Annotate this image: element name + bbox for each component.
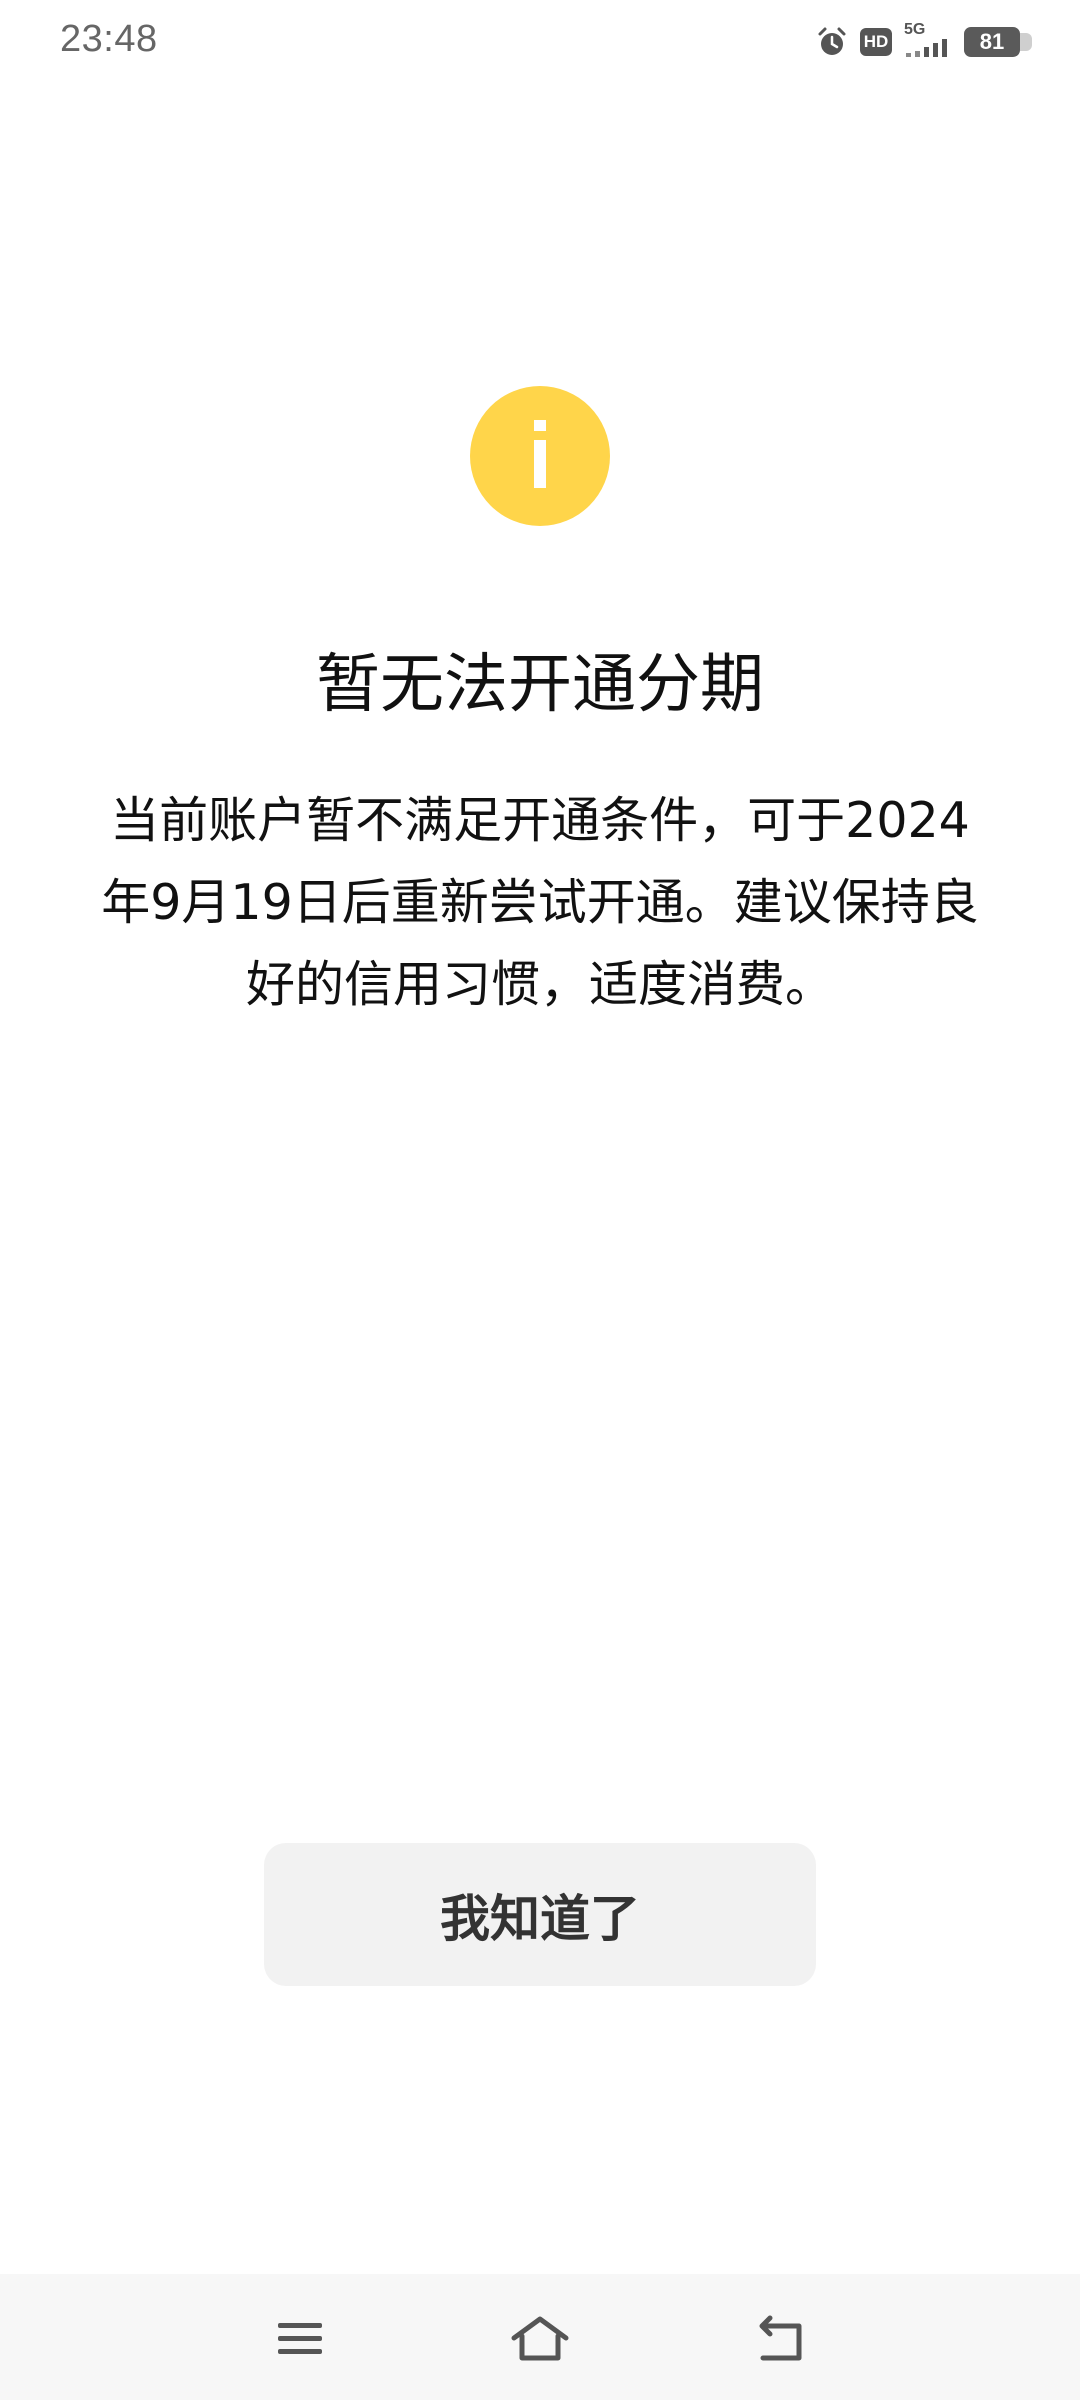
hd-label: HD	[863, 32, 889, 51]
acknowledge-button[interactable]: 我知道了	[264, 1843, 816, 1986]
dialog-title: 暂无法开通分期	[316, 648, 764, 722]
screen: 23:48 HD 5G 81 暂无法开通分期 当前账户暂不满足开通条件，可于20…	[0, 0, 1080, 2400]
menu-icon[interactable]	[260, 2304, 340, 2374]
signal-icon: 5G	[904, 21, 952, 59]
status-time: 23:48	[60, 18, 158, 60]
back-icon[interactable]	[740, 2304, 820, 2374]
info-icon	[470, 386, 610, 526]
battery-level: 81	[979, 29, 1005, 54]
home-icon[interactable]	[500, 2304, 580, 2374]
hd-icon: HD	[860, 28, 892, 56]
dialog-message: 当前账户暂不满足开通条件，可于2024年9月19日后重新尝试开通。建议保持良好的…	[101, 792, 979, 1013]
status-bar: 23:48 HD 5G 81	[0, 0, 1080, 84]
alarm-icon	[816, 26, 848, 58]
status-icons: HD 5G 81	[816, 21, 1032, 60]
battery-icon: 81	[964, 27, 1032, 57]
navigation-bar	[0, 2274, 1080, 2400]
